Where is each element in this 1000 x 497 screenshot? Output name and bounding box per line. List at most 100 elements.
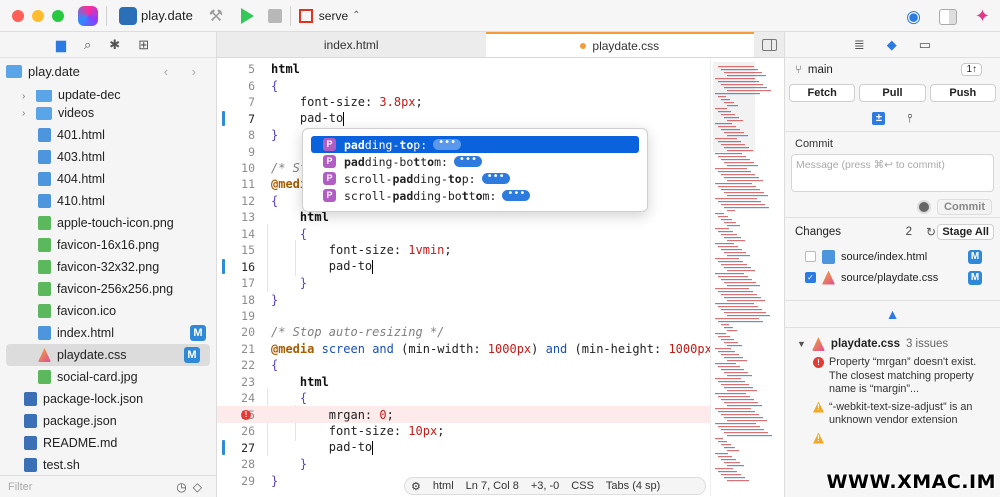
code-line[interactable]: 14 { bbox=[217, 226, 710, 243]
code-line[interactable]: 17 } bbox=[217, 275, 710, 292]
tree-file[interactable]: playdate.css M bbox=[6, 344, 210, 366]
scheme-selector[interactable]: serve bbox=[319, 9, 348, 23]
push-button[interactable]: Push bbox=[929, 84, 996, 102]
more-icon[interactable]: ••• bbox=[502, 189, 531, 201]
zoom-window-button[interactable] bbox=[52, 9, 64, 22]
refresh-icon[interactable]: ↻ bbox=[926, 225, 936, 239]
tree-file[interactable]: 410.html bbox=[0, 190, 216, 212]
more-icon[interactable]: ••• bbox=[433, 138, 462, 150]
filter-input[interactable]: Filter bbox=[8, 481, 32, 493]
code-line[interactable]: 23 html bbox=[217, 374, 710, 391]
code-line[interactable]: 22 { bbox=[217, 357, 710, 374]
tree-file[interactable]: test.sh bbox=[0, 454, 216, 476]
fetch-button[interactable]: Fetch bbox=[789, 84, 856, 102]
pull-button[interactable]: Pull bbox=[859, 84, 926, 102]
stage-checkbox[interactable] bbox=[805, 251, 816, 262]
code-line[interactable]: 20 /* Stop auto-resizing */ bbox=[217, 324, 710, 341]
toggle-inspector-icon[interactable] bbox=[938, 8, 957, 25]
chevron-down-icon[interactable]: ▼ bbox=[797, 339, 806, 349]
tree-file[interactable]: package-lock.json bbox=[0, 388, 216, 410]
change-item[interactable]: ✓ source/playdate.css M bbox=[785, 267, 1000, 288]
more-icon[interactable]: ••• bbox=[453, 155, 482, 167]
code-line[interactable]: 6{ bbox=[217, 77, 710, 94]
project-root-row[interactable]: play.date ‹ › bbox=[0, 58, 216, 84]
code-line[interactable]: 21 @media screen and (min-width: 1000px) … bbox=[217, 341, 719, 358]
more-icon[interactable]: ••• bbox=[481, 172, 510, 184]
grid-icon[interactable]: ⊞ bbox=[138, 37, 149, 53]
commit-button[interactable]: Commit bbox=[937, 199, 992, 215]
tree-folder[interactable]: › update-dec bbox=[0, 90, 216, 102]
code-line[interactable]: 15 font-size: 1vmin; bbox=[217, 242, 710, 259]
git-icon[interactable]: ◆ bbox=[887, 37, 897, 53]
syntax-selector[interactable]: CSS bbox=[571, 480, 594, 492]
code-line[interactable]: 28 } bbox=[217, 456, 710, 473]
tree-folder[interactable]: › videos bbox=[0, 102, 216, 124]
stage-checkbox[interactable]: ✓ bbox=[805, 272, 816, 283]
autocomplete-item[interactable]: Pscroll-padding-bottom: ••• bbox=[311, 187, 639, 204]
run-play-icon[interactable] bbox=[240, 7, 254, 24]
error-icon[interactable]: ! bbox=[241, 409, 251, 420]
indentation-selector[interactable]: Tabs (4 sp) bbox=[606, 480, 660, 492]
split-editor-icon[interactable] bbox=[754, 32, 784, 57]
tree-file[interactable]: README.md bbox=[0, 432, 216, 454]
ai-sparkle-icon[interactable]: ✦ bbox=[975, 6, 990, 27]
code-line[interactable]: !25 mrgan: 0; bbox=[217, 406, 710, 423]
tab-playdate-css[interactable]: playdate.css bbox=[485, 32, 754, 57]
tree-file[interactable]: 403.html bbox=[0, 146, 216, 168]
stop-icon[interactable] bbox=[267, 8, 282, 23]
close-window-button[interactable] bbox=[12, 9, 24, 22]
stage-all-button[interactable]: Stage All bbox=[937, 224, 994, 240]
search-icon[interactable]: ⌕ bbox=[84, 37, 91, 53]
files-folder-icon[interactable]: ▆ bbox=[56, 37, 66, 53]
code-line[interactable]: 5 html bbox=[217, 61, 710, 78]
tree-file[interactable]: favicon-256x256.png bbox=[0, 278, 216, 300]
code-line[interactable]: 7 font-size: 3.8px; bbox=[217, 94, 710, 111]
settings-gear-icon[interactable]: ⚙ bbox=[411, 480, 421, 493]
code-line[interactable]: 24 { bbox=[217, 390, 710, 407]
tree-file[interactable]: apple-touch-icon.png bbox=[0, 212, 216, 234]
change-item[interactable]: source/index.html M bbox=[785, 246, 1000, 267]
chevron-right-icon[interactable]: › bbox=[22, 108, 36, 119]
tree-file[interactable]: 401.html bbox=[0, 124, 216, 146]
tree-file[interactable]: index.html M bbox=[0, 322, 216, 344]
text-lines-icon[interactable]: ≣ bbox=[854, 37, 865, 53]
cursor-position[interactable]: Ln 7, Col 8 bbox=[466, 480, 519, 492]
code-line[interactable]: 26 font-size: 10px; bbox=[217, 423, 710, 440]
tree-file[interactable]: favicon.ico bbox=[0, 300, 216, 322]
project-name[interactable]: play.date bbox=[141, 8, 193, 23]
autocomplete-item[interactable]: Pscroll-padding-top: ••• bbox=[311, 170, 639, 187]
build-hammer-icon[interactable]: ⚒ bbox=[207, 7, 225, 25]
minimap[interactable] bbox=[710, 58, 784, 496]
window-icon[interactable]: ▭ bbox=[919, 37, 931, 53]
issue-item[interactable]: ! Property “mrgan” doesn't exist. The clo… bbox=[785, 356, 1000, 397]
code-line[interactable]: 27 pad-to bbox=[217, 439, 710, 456]
issues-warning-icon[interactable]: ▲ bbox=[886, 306, 900, 322]
filter-options-icon[interactable]: ◷◇ bbox=[176, 480, 208, 494]
language-indicator[interactable]: html bbox=[433, 480, 454, 492]
ahead-count-badge[interactable]: 1↑ bbox=[961, 63, 982, 76]
code-editor[interactable]: 5 html 6{7 font-size: 3.8px; 7 pad-to 8} 9 10/… bbox=[217, 58, 719, 488]
history-icon[interactable]: ⫯ bbox=[907, 111, 912, 126]
tree-file[interactable]: favicon-32x32.png bbox=[0, 256, 216, 278]
autocomplete-item[interactable]: Ppadding-top: ••• bbox=[311, 136, 639, 153]
tree-file[interactable]: package.json bbox=[0, 410, 216, 432]
stage-mode-icon[interactable]: ± bbox=[872, 112, 886, 125]
tree-file[interactable]: favicon-16x16.png bbox=[0, 234, 216, 256]
issue-file-row[interactable]: ▼ playdate.css 3 issues bbox=[785, 332, 1000, 356]
code-line[interactable]: 18} bbox=[217, 291, 710, 308]
app-logo-icon[interactable] bbox=[78, 5, 98, 26]
tree-file[interactable]: social-card.jpg bbox=[0, 366, 216, 388]
autocomplete-item[interactable]: Ppadding-bottom: ••• bbox=[311, 153, 639, 170]
chevron-right-icon[interactable]: › bbox=[22, 91, 36, 102]
code-line[interactable]: 19 bbox=[217, 308, 710, 325]
filter-bar[interactable]: Filter ◷◇ bbox=[0, 475, 216, 497]
code-line[interactable]: 16 pad-to bbox=[217, 258, 710, 275]
issue-item[interactable]: ! “-webkit-text-size-adjust” is an unknow… bbox=[785, 401, 1000, 428]
preview-eye-icon[interactable]: ◉ bbox=[906, 7, 921, 27]
minimize-window-button[interactable] bbox=[32, 9, 44, 22]
tree-file[interactable]: 404.html bbox=[0, 168, 216, 190]
nav-back-forward-icon[interactable]: ‹ › bbox=[164, 64, 206, 79]
chevron-updown-icon[interactable]: ⌃ bbox=[352, 10, 360, 21]
symbols-asterisk-icon[interactable]: ✱ bbox=[109, 37, 120, 53]
code-line[interactable]: 7 pad-to bbox=[217, 110, 710, 127]
